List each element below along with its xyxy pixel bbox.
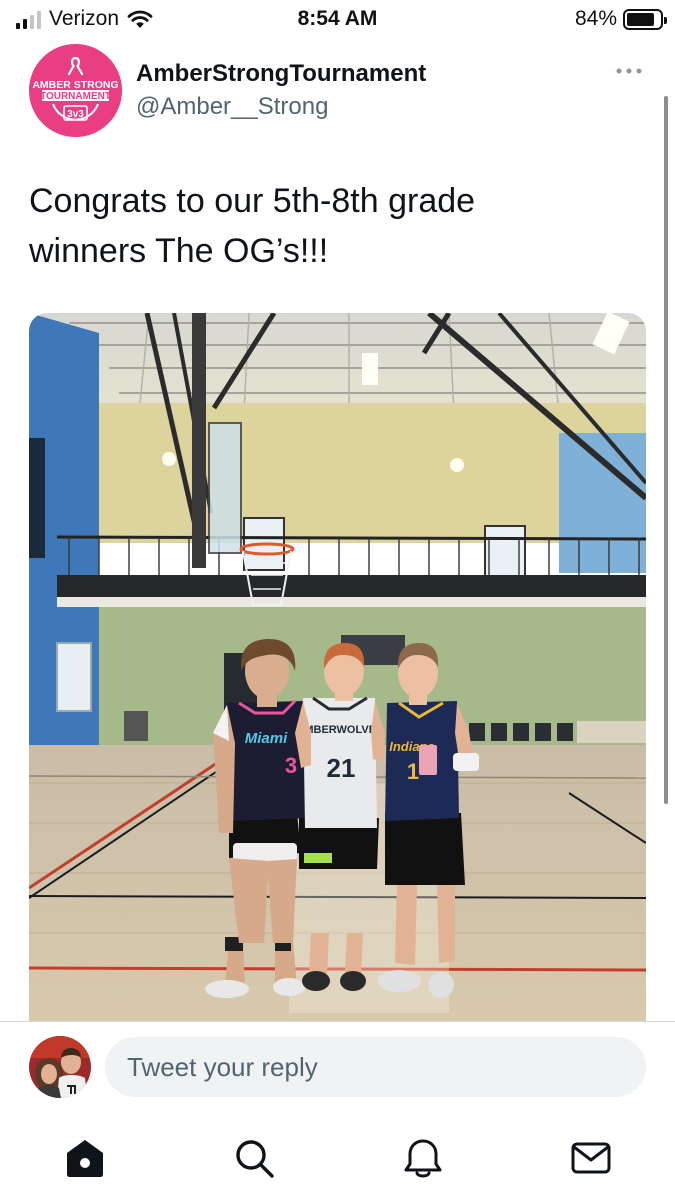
user-avatar-photo — [29, 1036, 91, 1098]
home-icon — [67, 1140, 103, 1177]
user-avatar[interactable] — [29, 1036, 91, 1098]
tweet-text-line2: winners The OG’s!!! — [29, 232, 329, 270]
jersey-right-number: 1 — [407, 759, 419, 784]
scroll-indicator — [664, 96, 668, 804]
jersey-middle-number: 21 — [327, 753, 356, 783]
status-right: 84% — [574, 7, 667, 31]
author-display-name[interactable]: AmberStrongTournament — [136, 60, 426, 88]
logo-line2: TOURNAMENT — [40, 91, 111, 102]
tab-messages[interactable] — [569, 1136, 613, 1180]
reply-divider — [0, 1021, 675, 1022]
tweet-text-line1: Congrats to our 5th-8th grade — [29, 182, 476, 220]
logo-line3: 3v3 — [67, 109, 84, 120]
logo-line1: AMBER STRONG — [32, 79, 118, 91]
tab-home[interactable] — [63, 1136, 107, 1180]
battery-level — [627, 12, 654, 26]
search-icon — [236, 1140, 274, 1178]
status-bar: Verizon 8:54 AM 84% — [0, 0, 675, 38]
tweet-text: Congrats to our 5th-8th grade winners Th… — [29, 176, 629, 276]
reply-input[interactable] — [105, 1037, 646, 1097]
battery-percent: 84% — [574, 7, 617, 30]
more-icon[interactable] — [614, 64, 644, 78]
bottom-tab-bar — [0, 1112, 675, 1200]
jersey-left-text: Miami — [245, 730, 288, 747]
author-handle[interactable]: @Amber__Strong — [136, 93, 328, 121]
jersey-left-number: 3 — [285, 753, 297, 778]
status-time: 8:54 AM — [297, 7, 378, 30]
messages-icon — [571, 1142, 611, 1174]
tab-search[interactable] — [232, 1136, 276, 1180]
author-avatar[interactable]: AMBER STRONG TOURNAMENT 3v3 — [29, 44, 122, 137]
battery-icon — [623, 8, 667, 30]
tweet-photo[interactable]: Miami 3 TIMBERWOLVES 21 Indiana 1 — [29, 313, 646, 1021]
gym-photo: Miami 3 TIMBERWOLVES 21 Indiana 1 — [29, 313, 646, 1021]
amber-strong-logo: AMBER STRONG TOURNAMENT 3v3 — [29, 44, 122, 137]
tab-notifications[interactable] — [401, 1136, 445, 1180]
notifications-icon — [404, 1139, 442, 1178]
